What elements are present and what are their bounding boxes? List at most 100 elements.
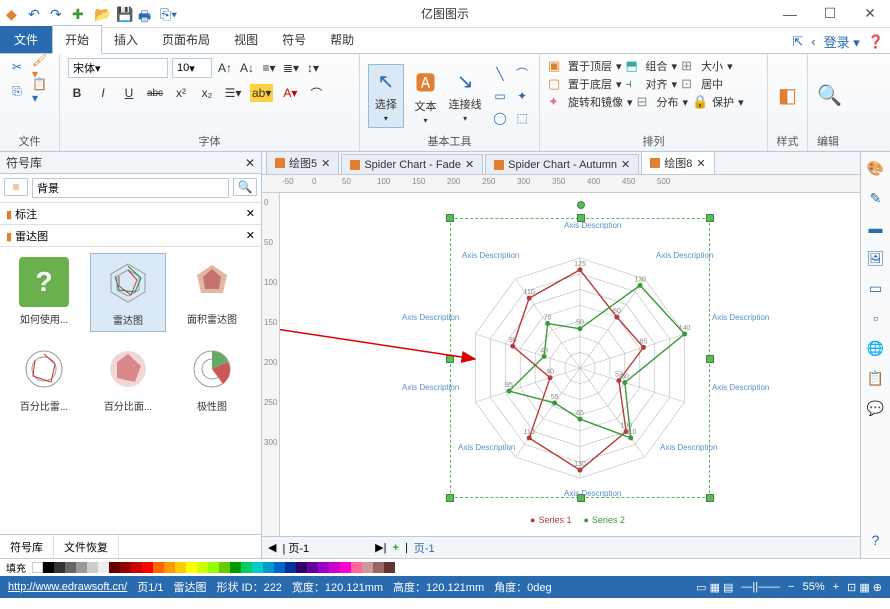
print-button[interactable]: 🖶 bbox=[138, 6, 154, 22]
color-swatch[interactable] bbox=[351, 562, 362, 573]
color-swatch[interactable] bbox=[32, 562, 43, 573]
color-swatch[interactable] bbox=[153, 562, 164, 573]
paste-button[interactable]: 📋▾ bbox=[32, 82, 51, 100]
image-button[interactable]: 🖼 bbox=[866, 248, 886, 268]
view-mode-buttons[interactable]: ▭ ▦ ▤ bbox=[696, 581, 733, 594]
color-swatch[interactable] bbox=[230, 562, 241, 573]
close-button[interactable]: ✕ bbox=[850, 0, 890, 28]
subscript-button[interactable]: x₂ bbox=[198, 84, 216, 102]
close-icon[interactable]: ✕ bbox=[246, 207, 255, 220]
status-url[interactable]: http://www.edrawsoft.cn/ bbox=[8, 581, 127, 593]
shape-radar-percent[interactable]: 百分比雷... bbox=[6, 340, 82, 417]
tab-view[interactable]: 视图 bbox=[222, 26, 270, 53]
star-shape-button[interactable]: ✦ bbox=[513, 87, 531, 105]
color-swatch[interactable] bbox=[219, 562, 230, 573]
send-back-button[interactable]: 置于底层 bbox=[568, 76, 612, 92]
page-nav-prev[interactable]: ◀ bbox=[268, 541, 276, 554]
color-swatch[interactable] bbox=[54, 562, 65, 573]
close-icon[interactable]: ✕ bbox=[465, 158, 474, 171]
tab-page-layout[interactable]: 页面布局 bbox=[150, 26, 222, 53]
footer-tab-library[interactable]: 符号库 bbox=[0, 535, 54, 558]
font-size-combo[interactable]: 10 ▾ bbox=[172, 58, 212, 78]
rect-shape-button[interactable]: ▭ bbox=[491, 87, 509, 105]
format-painter-button[interactable]: 🖌▾ bbox=[32, 58, 51, 76]
doc-tab[interactable]: 绘图5✕ bbox=[266, 152, 339, 174]
fit-page-button[interactable]: ⊡ ▦ ⊕ bbox=[847, 581, 882, 594]
layer-button[interactable]: ▭ bbox=[866, 278, 886, 298]
shape-radar[interactable]: 雷达图 bbox=[90, 253, 166, 332]
color-swatch[interactable] bbox=[318, 562, 329, 573]
page-button[interactable]: ▫ bbox=[866, 308, 886, 328]
undo-button[interactable]: ↶ bbox=[28, 6, 44, 22]
panel-close-button[interactable]: ✕ bbox=[245, 156, 255, 170]
clipboard-button[interactable]: 📋 bbox=[866, 368, 886, 388]
color-swatch[interactable] bbox=[208, 562, 219, 573]
color-swatch[interactable] bbox=[274, 562, 285, 573]
color-swatch[interactable] bbox=[76, 562, 87, 573]
line-shape-button[interactable]: ╲ bbox=[491, 65, 509, 83]
color-swatch[interactable] bbox=[340, 562, 351, 573]
cut-button[interactable]: ✂ bbox=[8, 58, 26, 76]
shape-help[interactable]: ?如何使用... bbox=[6, 253, 82, 332]
add-page-button[interactable]: + bbox=[393, 542, 399, 554]
drawing-canvas[interactable]: 1258085521001301104090110501301406011065… bbox=[280, 193, 860, 536]
export-image-button[interactable]: ⇱ bbox=[792, 34, 803, 50]
color-swatch[interactable] bbox=[186, 562, 197, 573]
category-callout[interactable]: ▮ 标注✕ bbox=[0, 203, 261, 225]
color-swatch[interactable] bbox=[65, 562, 76, 573]
bring-front-button[interactable]: 置于顶层 bbox=[568, 58, 612, 74]
tab-symbol[interactable]: 符号 bbox=[270, 26, 318, 53]
strikethrough-button[interactable]: abc bbox=[146, 84, 164, 102]
color-swatch[interactable] bbox=[131, 562, 142, 573]
color-swatch[interactable] bbox=[98, 562, 109, 573]
color-swatch[interactable] bbox=[197, 562, 208, 573]
maximize-button[interactable]: ☐ bbox=[810, 0, 850, 28]
doc-tab[interactable]: 绘图8✕ bbox=[641, 152, 714, 174]
select-tool-button[interactable]: ↖选择▾ bbox=[368, 64, 404, 128]
underline-button[interactable]: U bbox=[120, 84, 138, 102]
save-button[interactable]: 💾 bbox=[116, 6, 132, 22]
color-swatch[interactable] bbox=[252, 562, 263, 573]
shape-radar-area[interactable]: 面积雷达图 bbox=[174, 253, 250, 332]
radar-chart[interactable]: 1258085521001301104090110501301406011065… bbox=[450, 218, 710, 498]
close-icon[interactable]: ✕ bbox=[321, 157, 330, 170]
help-button[interactable]: ? bbox=[866, 530, 886, 550]
distribute-button[interactable]: 分布 bbox=[657, 94, 679, 110]
open-button[interactable]: 📂 bbox=[94, 6, 110, 22]
line-spacing-button[interactable]: ↕▾ bbox=[304, 59, 322, 77]
fill-button[interactable]: ▬ bbox=[866, 218, 886, 238]
close-icon[interactable]: ✕ bbox=[696, 157, 705, 170]
color-swatch[interactable] bbox=[384, 562, 395, 573]
color-swatch[interactable] bbox=[164, 562, 175, 573]
color-swatch[interactable] bbox=[120, 562, 131, 573]
size-button[interactable]: 大小 bbox=[701, 58, 723, 74]
color-swatch[interactable] bbox=[175, 562, 186, 573]
footer-tab-recover[interactable]: 文件恢复 bbox=[54, 535, 119, 558]
file-tab[interactable]: 文件 bbox=[0, 26, 52, 53]
theme-button[interactable]: 🎨 bbox=[866, 158, 886, 178]
color-swatch[interactable] bbox=[329, 562, 340, 573]
italic-button[interactable]: I bbox=[94, 84, 112, 102]
copy-button[interactable]: ⎘ bbox=[8, 82, 26, 100]
color-swatch[interactable] bbox=[373, 562, 384, 573]
comment-button[interactable]: 💬 bbox=[866, 398, 886, 418]
doc-tab[interactable]: Spider Chart - Autumn✕ bbox=[485, 154, 639, 174]
grow-font-button[interactable]: A↑ bbox=[216, 59, 234, 77]
color-swatch[interactable] bbox=[87, 562, 98, 573]
color-swatch[interactable] bbox=[109, 562, 120, 573]
bold-button[interactable]: B bbox=[68, 84, 86, 102]
align-left-button[interactable]: ≡▾ bbox=[260, 59, 278, 77]
font-color-button[interactable]: A▾ bbox=[281, 84, 299, 102]
superscript-button[interactable]: x² bbox=[172, 84, 190, 102]
find-button[interactable]: 🔍 bbox=[816, 64, 843, 128]
zoom-slider[interactable]: —||—— bbox=[741, 581, 780, 593]
group-button[interactable]: 组合 bbox=[646, 58, 668, 74]
color-swatch[interactable] bbox=[142, 562, 153, 573]
arc-shape-button[interactable]: ⌒ bbox=[513, 65, 531, 83]
ellipse-shape-button[interactable]: ◯ bbox=[491, 109, 509, 127]
color-swatch[interactable] bbox=[43, 562, 54, 573]
search-button[interactable]: 🔍 bbox=[233, 178, 257, 196]
shape-polar[interactable]: 极性图 bbox=[174, 340, 250, 417]
pen-button[interactable]: ✎ bbox=[866, 188, 886, 208]
page-tab[interactable]: | 页-1 bbox=[282, 540, 309, 556]
